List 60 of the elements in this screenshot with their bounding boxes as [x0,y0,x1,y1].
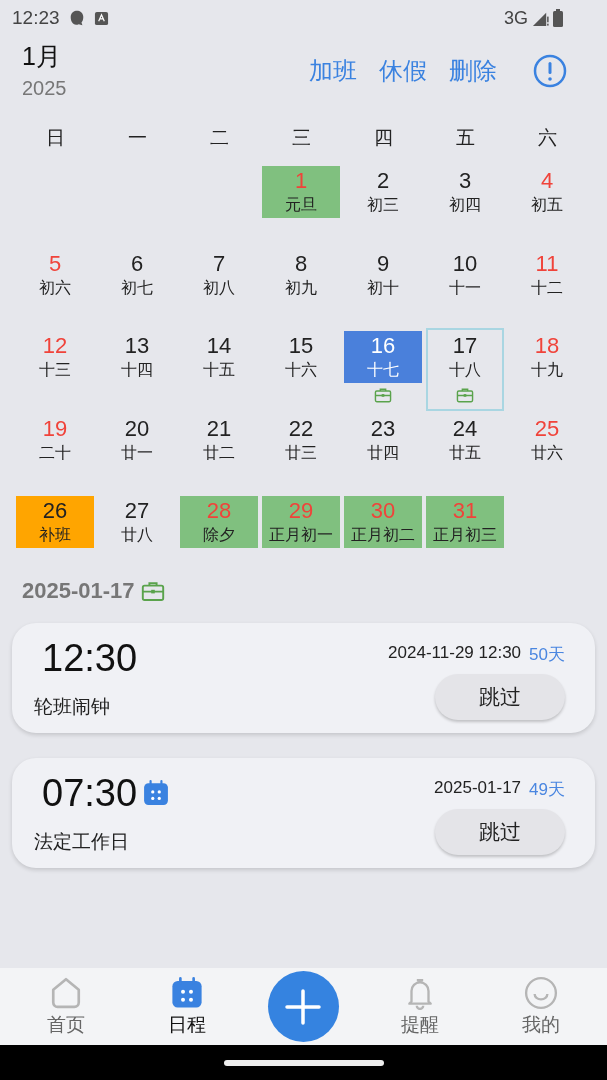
day-cell[interactable]: 19 二十 [16,413,94,492]
nav-tab[interactable]: 提醒 [379,975,460,1038]
day-cell[interactable]: 7 初八 [180,248,258,327]
day-cell[interactable]: 17 十八 [426,328,504,411]
home-indicator[interactable] [223,1059,384,1066]
day-cell[interactable]: 18 十九 [508,331,586,409]
alarm-name: 法定工作日 [34,829,130,854]
calendar-icon [170,975,205,1010]
day-cell[interactable]: 25 廿六 [508,413,586,492]
day-cell[interactable]: 12 十三 [16,331,94,409]
weekday-label: 日 [44,126,66,150]
day-cell[interactable]: 4 初五 [508,166,586,244]
alarm-time: 07:30 [42,771,138,815]
year-label: 2025 [22,77,67,100]
selected-date: 2025-01-17 [22,577,135,604]
next-ring-time: 2024-11-29 12:30 [388,642,522,664]
day-cell[interactable]: 3 初四 [426,166,504,244]
battery-icon [553,9,563,27]
days-count: 49天 [529,778,565,801]
skip-button[interactable]: 跳过 [435,673,565,720]
day-cell[interactable]: 2 初三 [344,166,422,244]
weekday-label: 六 [536,126,558,150]
status-time: 12:23 [12,7,60,29]
nav-tab[interactable]: 我的 [500,975,581,1038]
network-label: 3G [504,7,528,29]
day-cell[interactable]: 23 廿四 [344,413,422,492]
weekday-label: 四 [372,126,394,150]
days-count: 50天 [529,643,565,666]
nav-tab[interactable]: 日程 [147,975,228,1038]
weekday-label: 二 [208,126,230,150]
weekday-label: 三 [290,126,312,150]
plus-icon [283,986,324,1027]
day-cell[interactable]: 5 初六 [16,248,94,327]
info-button[interactable] [533,54,567,88]
keyboard-icon [93,10,109,26]
day-cell[interactable]: 24 廿五 [426,413,504,492]
day-cell[interactable]: 8 初九 [262,248,340,327]
day-cell[interactable]: 20 廿一 [98,413,176,492]
alarm-time: 12:30 [42,636,138,680]
day-cell[interactable]: 21 廿二 [180,413,258,492]
day-cell[interactable]: 13 十四 [98,331,176,409]
nav-tab[interactable]: 首页 [26,975,107,1038]
info-icon [533,54,567,88]
alarm-card[interactable]: 12:30 轮班闹钟 2024-11-29 12:30 50天 跳过 [12,622,595,733]
alarm-name: 轮班闹钟 [34,694,111,719]
weekday-label: 五 [454,126,476,150]
day-cell[interactable]: 22 廿三 [262,413,340,492]
month-title: 1月 [22,41,62,72]
smile-icon [523,975,558,1010]
day-cell[interactable]: 27 廿八 [98,496,176,574]
day-cell[interactable]: 11 十二 [508,248,586,327]
day-cell[interactable]: 9 初十 [344,248,422,327]
alarm-card[interactable]: 07:30 法定工作日 2025-01-17 49天 跳过 [12,757,595,868]
day-cell[interactable]: 14 十五 [180,331,258,409]
weekday-label: 一 [126,126,148,150]
day-cell[interactable]: 15 十六 [262,331,340,409]
skip-button[interactable]: 跳过 [435,808,565,855]
day-cell[interactable]: 6 初七 [98,248,176,327]
next-ring-time: 2025-01-17 [434,777,522,799]
day-cell[interactable]: 10 十一 [426,248,504,327]
